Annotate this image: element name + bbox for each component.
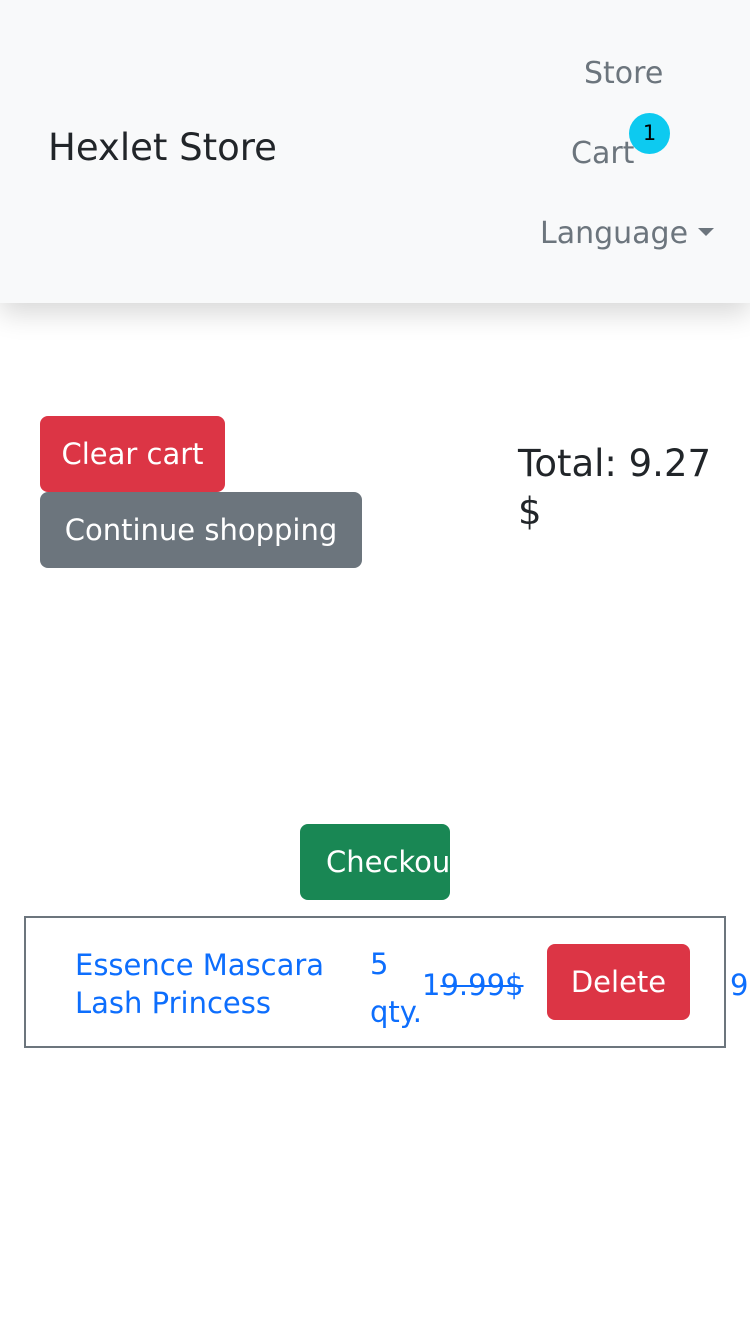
checkout-button[interactable]: Checkout xyxy=(300,824,450,900)
cart-item-discounted-price: 9. xyxy=(730,968,750,1002)
continue-shopping-button[interactable]: Continue shopping xyxy=(40,492,362,568)
cart-total: Total: 9.27 $ xyxy=(518,442,712,533)
chevron-down-icon xyxy=(698,228,715,236)
cart-item-price: 19.99$ xyxy=(422,966,523,1004)
brand-link[interactable]: Hexlet Store xyxy=(48,124,277,172)
navbar: Hexlet Store Store Cart 1 Language xyxy=(0,0,750,303)
nav-link-store[interactable]: Store xyxy=(584,54,663,94)
clear-cart-button[interactable]: Clear cart xyxy=(40,416,225,492)
cart-item-quantity: 5 qty. xyxy=(370,947,423,1029)
language-dropdown[interactable]: Language xyxy=(540,214,715,254)
cart-item-price-prefix: 1 xyxy=(422,968,441,1002)
nav-link-cart[interactable]: Cart xyxy=(571,134,634,174)
language-label: Language xyxy=(540,216,689,251)
cart-count-badge: 1 xyxy=(629,113,670,154)
cart-item-name-link[interactable]: Essence Mascara Lash Princess xyxy=(75,946,325,1022)
delete-item-button[interactable]: Delete xyxy=(547,944,690,1020)
cart-item-original-price: 9.99$ xyxy=(440,968,524,1002)
